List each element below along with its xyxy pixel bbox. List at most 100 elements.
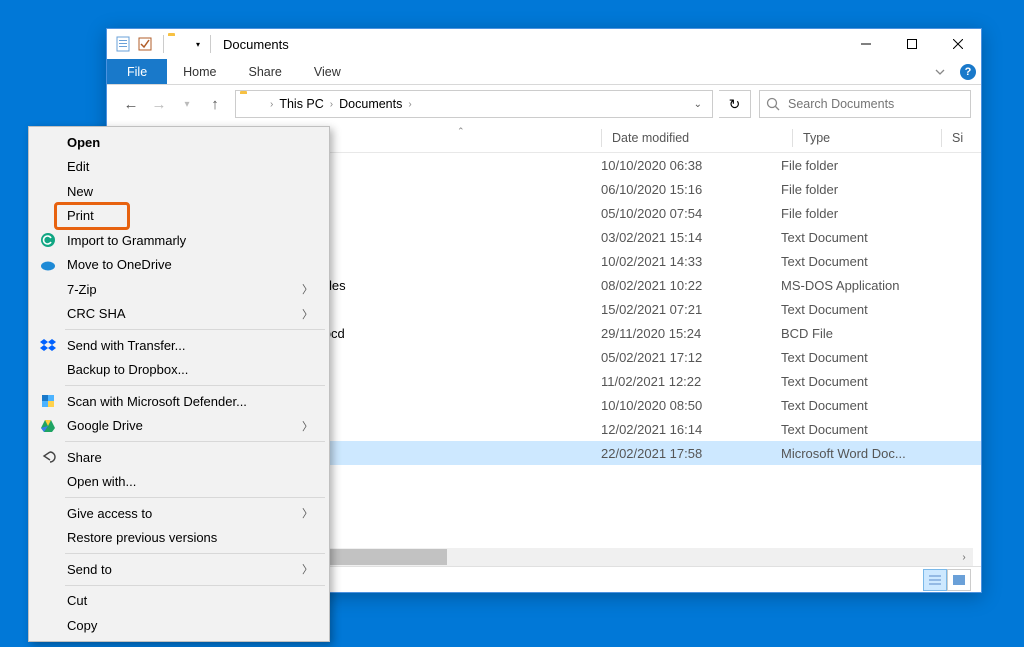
- window-title: Documents: [223, 37, 289, 52]
- menu-item[interactable]: Google Drive 〉: [31, 414, 327, 439]
- file-type: Text Document: [781, 350, 919, 365]
- file-type: Text Document: [781, 374, 919, 389]
- file-type: Text Document: [781, 254, 919, 269]
- menu-item[interactable]: Send with Transfer...: [31, 333, 327, 358]
- chevron-right-icon: 〉: [302, 306, 313, 322]
- folder-icon: [168, 36, 186, 52]
- share-icon: [39, 448, 57, 466]
- menu-separator: [65, 329, 325, 330]
- file-date: 08/02/2021 10:22: [601, 278, 781, 293]
- menu-separator: [65, 385, 325, 386]
- maximize-button[interactable]: [889, 29, 935, 59]
- file-date: 10/10/2020 08:50: [601, 398, 781, 413]
- file-date: 05/10/2020 07:54: [601, 206, 781, 221]
- file-type: MS-DOS Application: [781, 278, 919, 293]
- chevron-right-icon: 〉: [302, 505, 313, 521]
- menu-item[interactable]: CRC SHA〉: [31, 302, 327, 327]
- help-button[interactable]: ?: [955, 59, 981, 84]
- details-view-button[interactable]: [923, 569, 947, 591]
- ribbon-tabs: File Home Share View ?: [107, 59, 981, 85]
- menu-item[interactable]: Scan with Microsoft Defender...: [31, 389, 327, 414]
- menu-separator: [65, 553, 325, 554]
- file-type: Microsoft Word Doc...: [781, 446, 919, 461]
- file-date: 05/02/2021 17:12: [601, 350, 781, 365]
- scroll-right-icon[interactable]: ›: [955, 548, 973, 566]
- column-type[interactable]: Type: [803, 131, 941, 145]
- file-date: 03/02/2021 15:14: [601, 230, 781, 245]
- menu-item[interactable]: New: [31, 179, 327, 204]
- menu-item[interactable]: Restore previous versions: [31, 526, 327, 551]
- chevron-right-icon[interactable]: ›: [270, 99, 273, 110]
- tab-view[interactable]: View: [298, 59, 357, 84]
- file-date: 10/02/2021 14:33: [601, 254, 781, 269]
- file-date: 22/02/2021 17:58: [601, 446, 781, 461]
- menu-item[interactable]: Open: [31, 130, 327, 155]
- menu-item[interactable]: Backup to Dropbox...: [31, 358, 327, 383]
- file-date: 12/02/2021 16:14: [601, 422, 781, 437]
- onedrive-icon: [39, 256, 57, 274]
- menu-item-label: Open with...: [67, 474, 136, 489]
- menu-item-label: 7-Zip: [67, 282, 97, 297]
- scrollbar-thumb[interactable]: [327, 549, 447, 565]
- search-input[interactable]: [788, 97, 964, 111]
- column-size[interactable]: Si: [952, 131, 981, 145]
- menu-item[interactable]: Print: [31, 204, 327, 229]
- forward-button[interactable]: →: [145, 90, 173, 118]
- menu-item-label: Send with Transfer...: [67, 338, 186, 353]
- file-type: BCD File: [781, 326, 919, 341]
- file-type: Text Document: [781, 422, 919, 437]
- menu-item-label: Restore previous versions: [67, 530, 217, 545]
- menu-item[interactable]: Send to〉: [31, 557, 327, 582]
- address-bar[interactable]: › This PC › Documents › ⌄: [235, 90, 713, 118]
- address-history-icon[interactable]: ⌄: [688, 99, 708, 110]
- menu-item[interactable]: Share: [31, 445, 327, 470]
- menu-item[interactable]: Copy: [31, 613, 327, 638]
- qat-dropdown-icon[interactable]: ▾: [196, 40, 200, 49]
- file-type: Text Document: [781, 398, 919, 413]
- sort-indicator-icon: ⌃: [457, 126, 465, 137]
- menu-separator: [65, 497, 325, 498]
- crumb-documents[interactable]: Documents: [339, 97, 402, 111]
- menu-item[interactable]: Import to Grammarly: [31, 228, 327, 253]
- folder-icon: [240, 94, 260, 114]
- recent-dropdown-icon[interactable]: ▾: [173, 90, 201, 118]
- thumbnails-view-button[interactable]: [947, 569, 971, 591]
- chevron-right-icon[interactable]: ›: [408, 99, 411, 110]
- tab-file[interactable]: File: [107, 59, 167, 84]
- close-button[interactable]: [935, 29, 981, 59]
- back-button[interactable]: ←: [117, 90, 145, 118]
- file-type: Text Document: [781, 230, 919, 245]
- menu-item-label: Scan with Microsoft Defender...: [67, 394, 247, 409]
- save-icon[interactable]: [137, 36, 153, 52]
- menu-item-label: Move to OneDrive: [67, 257, 172, 272]
- separator: [163, 35, 164, 53]
- menu-item[interactable]: Give access to〉: [31, 501, 327, 526]
- menu-item[interactable]: 7-Zip〉: [31, 277, 327, 302]
- title-bar: ▾ Documents: [107, 29, 981, 59]
- search-box[interactable]: [759, 90, 971, 118]
- menu-item[interactable]: Open with...: [31, 470, 327, 495]
- menu-item[interactable]: Edit: [31, 155, 327, 180]
- chevron-right-icon: 〉: [302, 418, 313, 434]
- grammarly-icon: [39, 231, 57, 249]
- horizontal-scrollbar[interactable]: ›: [327, 548, 973, 566]
- tab-home[interactable]: Home: [167, 59, 232, 84]
- crumb-this-pc[interactable]: This PC: [279, 97, 323, 111]
- doc-icon: [115, 36, 131, 52]
- menu-item-label: Share: [67, 450, 102, 465]
- up-button[interactable]: ↑: [201, 90, 229, 118]
- refresh-button[interactable]: ↻: [719, 90, 751, 118]
- menu-item[interactable]: Move to OneDrive: [31, 253, 327, 278]
- search-icon: [766, 97, 780, 111]
- minimize-button[interactable]: [843, 29, 889, 59]
- chevron-right-icon: 〉: [302, 561, 313, 577]
- column-date[interactable]: Date modified: [612, 131, 792, 145]
- menu-item[interactable]: Cut: [31, 589, 327, 614]
- tab-share[interactable]: Share: [233, 59, 298, 84]
- chevron-right-icon[interactable]: ›: [330, 99, 333, 110]
- menu-item-label: Google Drive: [67, 418, 143, 433]
- separator: [210, 35, 211, 53]
- menu-item-label: New: [67, 184, 93, 199]
- ribbon-collapse-icon[interactable]: [925, 59, 955, 84]
- menu-separator: [65, 441, 325, 442]
